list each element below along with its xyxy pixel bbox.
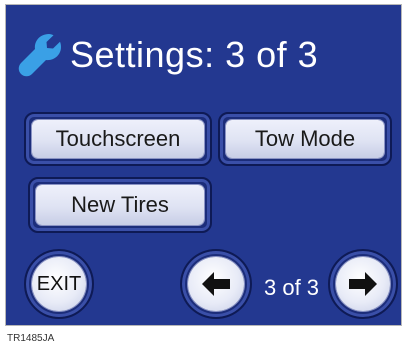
arrow-right-icon: [349, 272, 377, 296]
exit-button[interactable]: EXIT: [24, 249, 94, 319]
page-title: Settings: 3 of 3: [70, 34, 319, 75]
page-indicator: 3 of 3: [264, 275, 320, 300]
tow-mode-button-label: Tow Mode: [226, 120, 384, 158]
previous-page-button[interactable]: [180, 249, 252, 319]
touchscreen-button-label: Touchscreen: [32, 120, 204, 158]
header: Settings: 3 of 3: [16, 27, 318, 83]
new-tires-button-label: New Tires: [36, 185, 204, 225]
touchscreen-button[interactable]: Touchscreen: [24, 112, 212, 166]
arrow-left-icon: [202, 272, 230, 296]
next-page-button[interactable]: [328, 249, 398, 319]
figure-caption: TR1485JA: [7, 333, 55, 344]
new-tires-button[interactable]: New Tires: [28, 177, 212, 233]
wrench-icon: [18, 34, 61, 77]
settings-screen: Settings: 3 of 3 Touchscreen Tow Mode Ne…: [5, 4, 402, 326]
exit-button-label: EXIT: [32, 257, 86, 311]
tow-mode-button[interactable]: Tow Mode: [218, 112, 392, 166]
